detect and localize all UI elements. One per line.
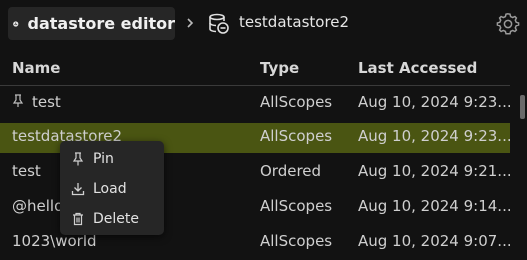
row-type: AllScopes: [260, 93, 333, 111]
menu-item-delete[interactable]: Delete: [60, 205, 164, 233]
datastore-editor-logo-icon: [13, 20, 19, 27]
scrollbar-thumb[interactable]: [520, 95, 525, 119]
row-last-accessed: Aug 10, 2024 9:07...: [358, 232, 510, 250]
row-type: AllScopes: [260, 197, 333, 215]
row-last-accessed: Aug 10, 2024 9:23...: [358, 93, 510, 111]
breadcrumb-datastore[interactable]: testdatastore2: [239, 13, 349, 31]
menu-item-label: Pin: [93, 151, 114, 167]
menu-item-pin[interactable]: Pin: [60, 145, 164, 173]
row-last-accessed: Aug 10, 2024 9:21...: [358, 162, 510, 180]
row-last-accessed: Aug 10, 2024 9:14...: [358, 197, 510, 215]
context-menu: Pin Load Delete: [60, 141, 164, 235]
menu-item-load[interactable]: Load: [60, 175, 164, 203]
trash-icon: [73, 212, 83, 226]
column-header-last-accessed[interactable]: Last Accessed: [358, 59, 477, 77]
menu-item-label: Delete: [93, 211, 139, 227]
row-name-cell: test: [12, 93, 252, 111]
gear-icon[interactable]: [496, 12, 520, 36]
row-type: Ordered: [260, 162, 322, 180]
table-header: Name Type Last Accessed: [0, 56, 510, 86]
column-header-type[interactable]: Type: [260, 59, 299, 77]
breadcrumb-root[interactable]: datastore editor: [8, 7, 175, 40]
chevron-right-icon: [187, 18, 194, 28]
top-bar: datastore editor testdatastore2: [0, 0, 527, 48]
row-type: AllScopes: [260, 127, 333, 145]
row-name: test: [32, 93, 61, 111]
datastore-icon: [209, 13, 229, 34]
table-row[interactable]: test AllScopes Aug 10, 2024 9:23...: [0, 89, 510, 119]
row-last-accessed: Aug 10, 2024 9:23...: [358, 127, 510, 145]
download-icon: [71, 183, 85, 196]
pin-icon: [72, 152, 84, 166]
column-header-name[interactable]: Name: [12, 59, 60, 77]
menu-item-label: Load: [93, 181, 127, 197]
pin-icon: [12, 94, 24, 107]
row-type: AllScopes: [260, 232, 333, 250]
app-title: datastore editor: [27, 14, 176, 33]
